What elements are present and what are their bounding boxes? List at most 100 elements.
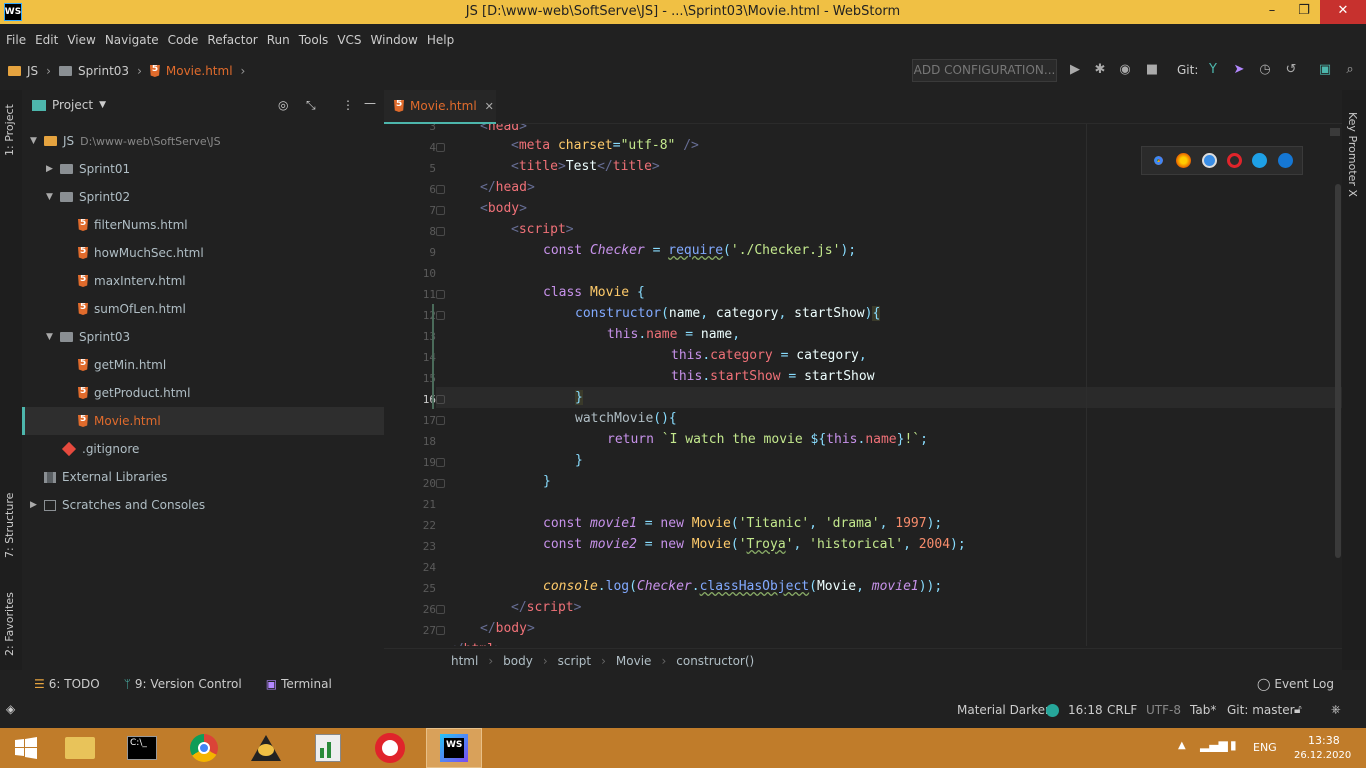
webstorm-app-icon[interactable]: WS [4, 3, 22, 21]
hide-icon[interactable]: — [364, 96, 376, 110]
fold-marker-icon[interactable] [436, 626, 445, 635]
opera-taskbar-icon[interactable] [364, 728, 416, 768]
restore-button[interactable]: ❐ [1288, 0, 1320, 24]
chevron-right-icon[interactable]: ▶ [30, 500, 44, 510]
tab-favorites[interactable]: 2: Favorites [3, 586, 16, 656]
nav-crumb-js[interactable]: JS [8, 64, 38, 78]
tool-terminal[interactable]: Terminal [281, 677, 332, 691]
menu-tools[interactable]: Tools [299, 33, 329, 47]
fold-marker-icon[interactable] [436, 185, 445, 194]
tree-item-sprint01[interactable]: ▶ Sprint01 [22, 155, 384, 183]
chart-app-icon[interactable] [302, 728, 354, 768]
menu-window[interactable]: Window [371, 33, 418, 47]
tree-item-gitignore[interactable]: .gitignore [22, 435, 384, 463]
tool-version-control[interactable]: 9: Version Control [135, 677, 242, 691]
menu-view[interactable]: View [67, 33, 95, 47]
tree-item-movie-html[interactable]: Movie.html [22, 407, 384, 435]
tool-todo[interactable]: 6: TODO [49, 677, 100, 691]
fold-marker-icon[interactable] [436, 416, 445, 425]
layers-icon[interactable]: ◈ [6, 702, 15, 716]
editor-scrollbar[interactable] [1335, 184, 1341, 558]
fold-marker-icon[interactable] [436, 479, 445, 488]
locate-icon[interactable]: ◎ [278, 98, 288, 112]
tray-expand-icon[interactable]: ▲ [1178, 740, 1186, 751]
menu-help[interactable]: Help [427, 33, 454, 47]
git-history-icon[interactable]: ◷ [1256, 61, 1274, 79]
code-editor[interactable]: 3 4 5 6 7 8 9 10 11 12 13 14 15 16 17 18 19 20 21 22 23 24 25 2… [384, 124, 1342, 646]
opera-icon[interactable] [1227, 153, 1243, 168]
tree-item-sprint03[interactable]: ▼ Sprint03 [22, 323, 384, 351]
code-crumb-script[interactable]: script [558, 654, 591, 668]
chrome-icon[interactable] [1151, 153, 1167, 168]
firefox-icon[interactable] [1176, 153, 1192, 168]
code-crumb-constructor[interactable]: constructor() [676, 654, 754, 668]
minimize-button[interactable]: – [1256, 0, 1288, 24]
chevron-down-icon[interactable]: ▼ [46, 332, 60, 342]
menu-refactor[interactable]: Refactor [207, 33, 257, 47]
battery-icon[interactable]: ▮ [1230, 738, 1237, 752]
fold-marker-icon[interactable] [436, 227, 445, 236]
menu-file[interactable]: File [6, 33, 26, 47]
fold-marker-icon[interactable] [436, 206, 445, 215]
code-crumb-movie[interactable]: Movie [616, 654, 652, 668]
chevron-down-icon[interactable]: ▼ [46, 192, 60, 202]
close-button[interactable]: ✕ [1320, 0, 1366, 24]
code-crumb-html[interactable]: html [451, 654, 478, 668]
tree-item-scratches-and-consoles[interactable]: ▶ Scratches and Consoles [22, 491, 384, 519]
inspection-status-icon[interactable] [1330, 128, 1340, 136]
fold-marker-icon[interactable] [436, 311, 445, 320]
language-indicator[interactable]: ENG [1253, 741, 1277, 754]
theme-indicator[interactable]: Material Darker [957, 703, 1050, 717]
tree-item-sumoflen-html[interactable]: sumOfLen.html [22, 295, 384, 323]
menu-edit[interactable]: Edit [35, 33, 58, 47]
git-rollback-icon[interactable]: ↺ [1282, 61, 1300, 79]
fold-marker-icon[interactable] [436, 290, 445, 299]
network-icon[interactable]: ▂▄▆ [1200, 738, 1228, 752]
tree-item-filternums-html[interactable]: filterNums.html [22, 211, 384, 239]
clock-date[interactable]: 26.12.2020 [1294, 750, 1351, 761]
fold-marker-icon[interactable] [436, 458, 445, 467]
code-crumb-body[interactable]: body [503, 654, 533, 668]
tree-item-getmin-html[interactable]: getMin.html [22, 351, 384, 379]
tab-structure[interactable]: 7: Structure [3, 488, 16, 558]
git-branch[interactable]: Git: master [1227, 703, 1295, 717]
indent-setting[interactable]: Tab* [1190, 703, 1216, 717]
tab-movie-html[interactable]: Movie.html ✕ [384, 90, 496, 124]
chrome-taskbar-icon[interactable] [178, 728, 230, 768]
nav-crumb-sprint03[interactable]: Sprint03 [58, 64, 129, 78]
menu-vcs[interactable]: VCS [337, 33, 361, 47]
cmd-icon[interactable]: C:\_ [116, 728, 168, 768]
stop-icon[interactable]: ■ [1143, 61, 1161, 79]
file-explorer-icon[interactable] [54, 728, 106, 768]
caret-position[interactable]: 16:18 [1068, 703, 1103, 717]
archive-app-icon[interactable] [240, 728, 292, 768]
clock-time[interactable]: 13:38 [1308, 734, 1340, 747]
git-update-icon[interactable]: Y [1204, 61, 1222, 79]
close-tab-icon[interactable]: ✕ [485, 100, 494, 113]
tree-item-getproduct-html[interactable]: getProduct.html [22, 379, 384, 407]
collapse-all-icon[interactable]: ⤡ [306, 98, 316, 113]
options-icon[interactable]: ⋮ [342, 98, 354, 112]
menu-navigate[interactable]: Navigate [105, 33, 159, 47]
tool-event-log[interactable]: Event Log [1274, 677, 1334, 691]
debug-icon[interactable]: ✱ [1091, 61, 1109, 79]
webstorm-taskbar-icon[interactable]: WS [426, 728, 482, 768]
fold-marker-icon[interactable] [436, 143, 445, 152]
tab-project[interactable]: 1: Project [3, 96, 16, 156]
chevron-right-icon[interactable]: ▶ [46, 164, 60, 174]
git-push-icon[interactable]: ➤ [1230, 61, 1248, 79]
internet-explorer-icon[interactable] [1252, 153, 1268, 168]
line-separator[interactable]: CRLF [1107, 703, 1137, 717]
start-button[interactable] [0, 728, 52, 768]
tree-item-maxinterv-html[interactable]: maxInterv.html [22, 267, 384, 295]
menu-code[interactable]: Code [168, 33, 199, 47]
chevron-down-icon[interactable]: ▼ [99, 100, 106, 110]
safari-icon[interactable] [1201, 153, 1217, 168]
search-icon[interactable]: ⌕ [1341, 61, 1359, 79]
nav-crumb-movie[interactable]: Movie.html [149, 64, 233, 78]
run-icon[interactable]: ▶ [1066, 61, 1084, 79]
fold-marker-icon[interactable] [436, 395, 445, 404]
inspector-icon[interactable]: ⎈ [1331, 702, 1341, 717]
file-encoding[interactable]: UTF-8 [1146, 703, 1181, 717]
tree-item-js[interactable]: ▼ JS D:\www-web\SoftServe\JS [22, 127, 384, 155]
